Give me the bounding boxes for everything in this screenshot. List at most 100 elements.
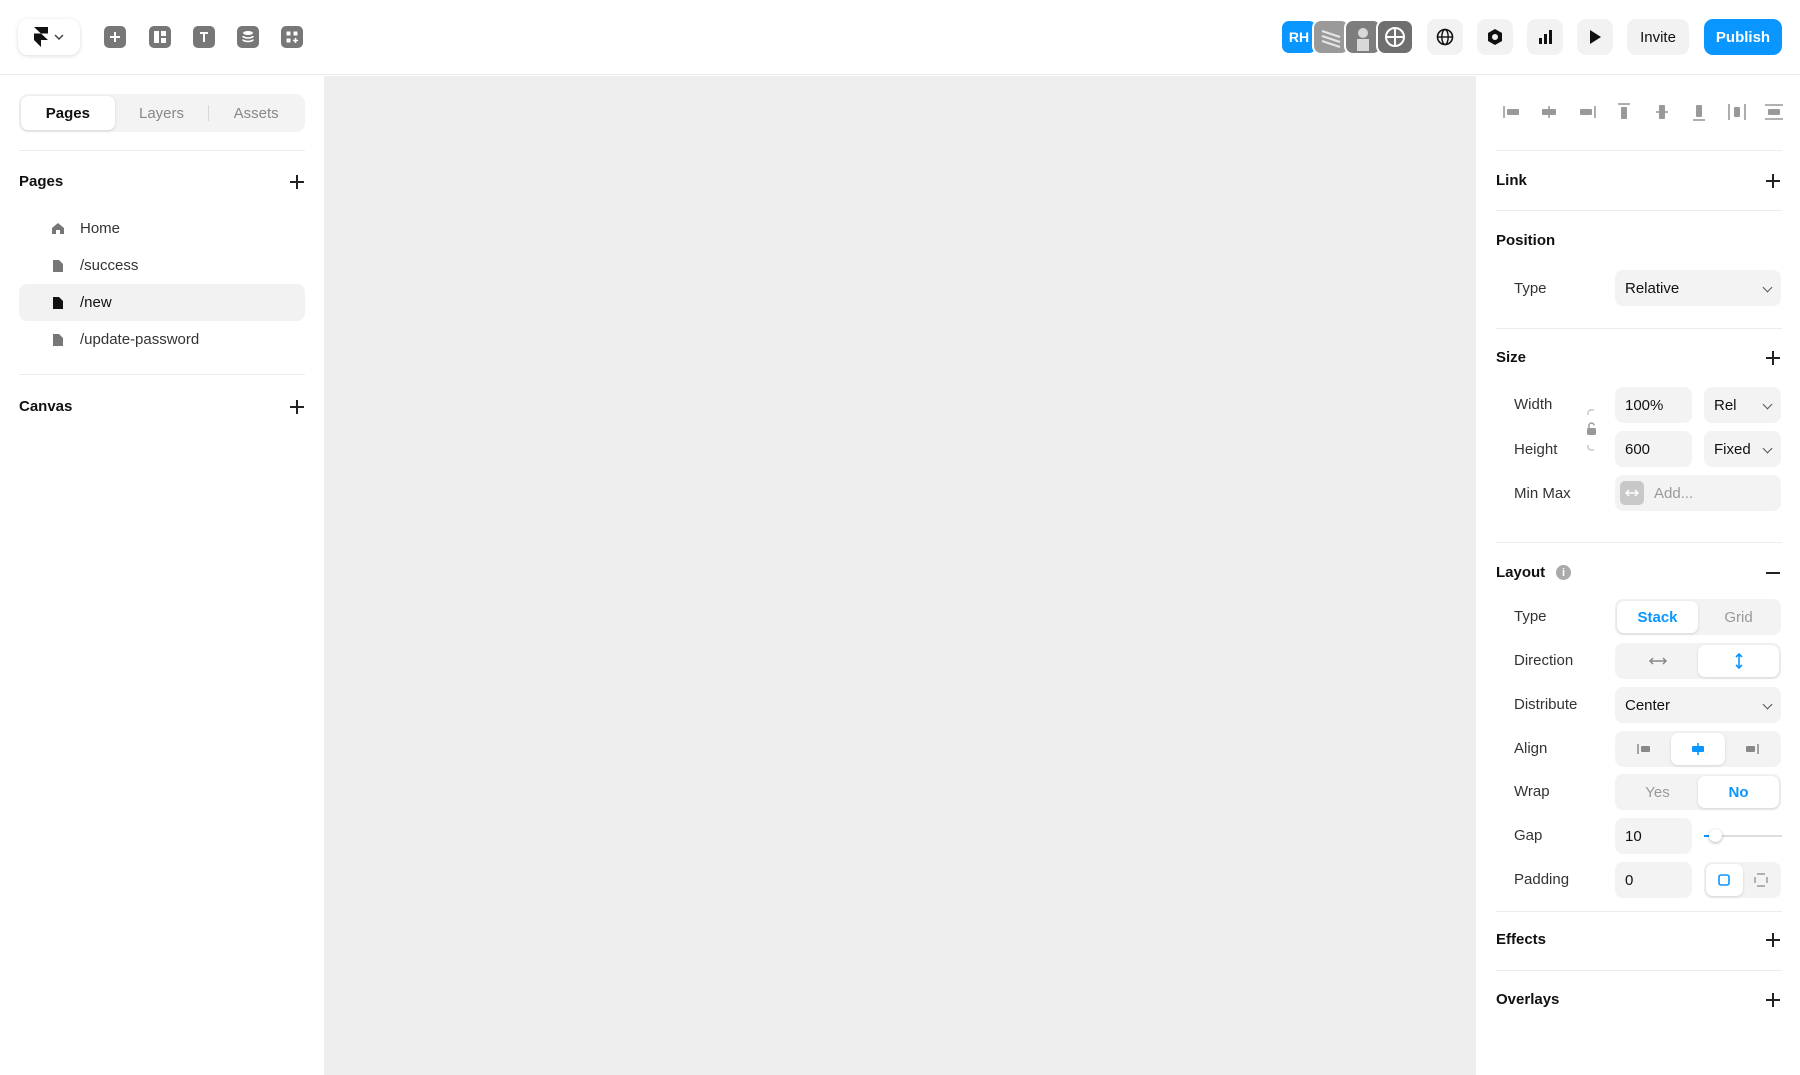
page-item-update-password[interactable]: /update-password xyxy=(19,321,305,358)
width-unit-value: Rel xyxy=(1714,396,1737,414)
wrap-yes[interactable]: Yes xyxy=(1617,776,1698,808)
divider xyxy=(1496,210,1782,211)
align-center-icon[interactable] xyxy=(1671,733,1725,765)
add-canvas-icon[interactable] xyxy=(290,400,304,414)
width-label: Width xyxy=(1514,396,1553,413)
gap-label: Gap xyxy=(1514,827,1543,844)
slider-thumb[interactable] xyxy=(1709,829,1722,842)
direction-vertical-icon[interactable] xyxy=(1698,645,1779,677)
layout-type-stack[interactable]: Stack xyxy=(1617,601,1698,633)
cms-icon[interactable] xyxy=(237,26,259,48)
wrap-toggle: Yes No xyxy=(1615,774,1781,810)
layout-icon[interactable] xyxy=(149,26,171,48)
properties-panel: Link Position Type Relative Size Width 1… xyxy=(1476,76,1800,1075)
play-preview-icon[interactable] xyxy=(1577,19,1613,55)
home-icon xyxy=(51,222,65,235)
add-link-icon[interactable] xyxy=(1766,174,1780,188)
page-item-label: /new xyxy=(80,294,112,311)
min-max-field[interactable]: Add... xyxy=(1615,475,1781,511)
position-section-title: Position xyxy=(1496,232,1556,249)
distribute-value: Center xyxy=(1625,696,1671,714)
text-icon[interactable] xyxy=(193,26,215,48)
overlays-section-title: Overlays xyxy=(1496,991,1560,1008)
align-start-icon[interactable] xyxy=(1617,733,1671,765)
tab-pages[interactable]: Pages xyxy=(21,96,115,130)
effects-section-title: Effects xyxy=(1496,931,1547,948)
add-size-icon[interactable] xyxy=(1766,351,1780,365)
direction-toggle xyxy=(1615,643,1781,679)
distribute-label: Distribute xyxy=(1514,696,1578,713)
padding-uniform-icon[interactable] xyxy=(1706,864,1743,896)
divider xyxy=(19,374,305,375)
divider xyxy=(1496,970,1782,971)
insert-icon[interactable] xyxy=(104,26,126,48)
page-icon xyxy=(51,296,65,310)
tab-assets[interactable]: Assets xyxy=(209,96,303,130)
align-label: Align xyxy=(1514,740,1548,757)
tab-layers[interactable]: Layers xyxy=(115,96,209,130)
layout-type-label: Type xyxy=(1514,608,1547,625)
wrap-no[interactable]: No xyxy=(1698,776,1779,808)
framer-logo-icon xyxy=(34,27,48,47)
chevron-down-icon xyxy=(1762,699,1773,710)
link-section-title: Link xyxy=(1496,172,1527,189)
size-section-title: Size xyxy=(1496,349,1527,366)
width-input[interactable]: 100% xyxy=(1615,387,1692,423)
position-type-select[interactable]: Relative xyxy=(1615,270,1781,306)
framer-menu-button[interactable] xyxy=(18,19,80,55)
page-item-home[interactable]: Home xyxy=(19,210,305,247)
distribute-horizontal-icon[interactable] xyxy=(1723,100,1751,124)
add-page-icon[interactable] xyxy=(290,175,304,189)
info-icon[interactable]: i xyxy=(1556,565,1571,580)
add-overlay-icon[interactable] xyxy=(1766,993,1780,1007)
globe-icon[interactable] xyxy=(1427,19,1463,55)
align-right-icon[interactable] xyxy=(1573,100,1601,124)
publish-button[interactable]: Publish xyxy=(1704,19,1782,55)
gap-input[interactable]: 10 xyxy=(1615,818,1692,854)
wrap-label: Wrap xyxy=(1514,783,1550,800)
invite-button[interactable]: Invite xyxy=(1627,19,1689,55)
page-item-success[interactable]: /success xyxy=(19,247,305,284)
pages-section-title: Pages xyxy=(19,173,64,190)
layout-type-grid[interactable]: Grid xyxy=(1698,601,1779,633)
add-effect-icon[interactable] xyxy=(1766,933,1780,947)
width-unit-select[interactable]: Rel xyxy=(1704,387,1781,423)
align-bottom-icon[interactable] xyxy=(1685,100,1713,124)
layout-type-toggle: Stack Grid xyxy=(1615,599,1781,635)
position-type-value: Relative xyxy=(1625,279,1680,297)
position-type-label: Type xyxy=(1514,280,1547,297)
divider xyxy=(1496,542,1782,543)
padding-input[interactable]: 0 xyxy=(1615,862,1692,898)
page-icon xyxy=(51,333,65,347)
padding-label: Padding xyxy=(1514,871,1570,888)
design-canvas[interactable] xyxy=(324,76,1476,1075)
padding-individual-icon[interactable] xyxy=(1743,864,1780,896)
analytics-icon[interactable] xyxy=(1527,19,1563,55)
align-center-horizontal-icon[interactable] xyxy=(1535,100,1563,124)
components-icon[interactable] xyxy=(281,26,303,48)
min-max-icon xyxy=(1620,481,1644,505)
distribute-select[interactable]: Center xyxy=(1615,687,1781,723)
height-input[interactable]: 600 xyxy=(1615,431,1692,467)
direction-horizontal-icon[interactable] xyxy=(1617,645,1698,677)
align-top-icon[interactable] xyxy=(1610,100,1638,124)
aspect-lock-icon[interactable] xyxy=(1586,409,1598,451)
align-center-vertical-icon[interactable] xyxy=(1648,100,1676,124)
chevron-down-icon xyxy=(1762,399,1773,410)
padding-mode-toggle xyxy=(1704,862,1781,898)
align-left-icon[interactable] xyxy=(1498,100,1526,124)
gap-slider[interactable] xyxy=(1704,829,1782,842)
settings-hexagon-icon[interactable] xyxy=(1477,19,1513,55)
avatar[interactable] xyxy=(1376,19,1414,55)
align-end-icon[interactable] xyxy=(1725,733,1779,765)
remove-layout-icon[interactable] xyxy=(1766,572,1780,574)
page-item-new[interactable]: /new xyxy=(19,284,305,321)
alignment-toolbar xyxy=(1498,100,1788,124)
height-unit-select[interactable]: Fixed xyxy=(1704,431,1781,467)
chevron-down-icon xyxy=(1762,443,1773,454)
distribute-vertical-icon[interactable] xyxy=(1760,100,1788,124)
collaborator-avatars[interactable]: RH xyxy=(1280,19,1414,55)
page-item-label: /update-password xyxy=(80,331,200,348)
chevron-down-icon xyxy=(54,34,64,40)
top-toolbar: RH Invite Publish xyxy=(0,0,1800,75)
